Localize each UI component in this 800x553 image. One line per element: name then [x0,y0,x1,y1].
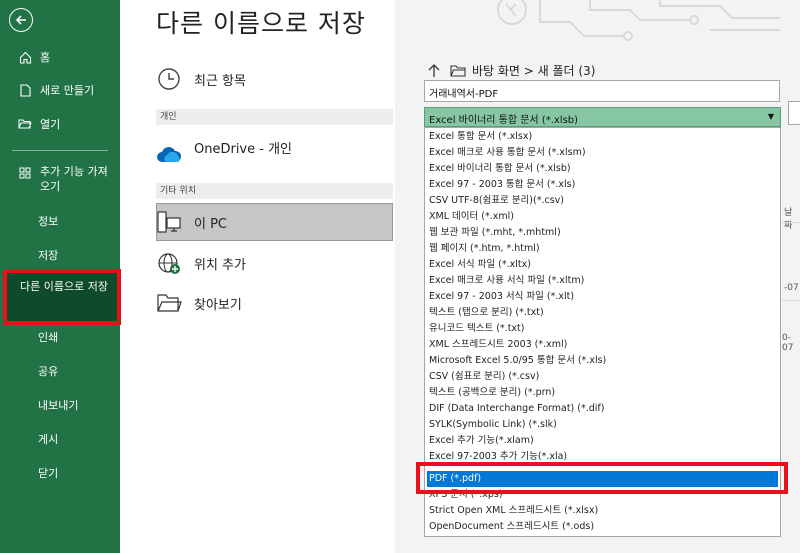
location-label: 이 PC [194,216,228,232]
sidebar-item-label: 게시 [38,433,59,446]
sidebar-item-new[interactable]: 새로 만들기 [0,81,120,99]
file-type-option[interactable]: OpenDocument 스프레드시트 (*.ods) [427,519,778,535]
location-label: 찾아보기 [194,297,242,313]
sidebar-item-label: 닫기 [38,467,59,480]
computer-icon [156,209,182,235]
new-document-icon [18,83,32,97]
sidebar-item-save-as[interactable] [3,269,121,325]
location-add-place[interactable]: 위치 추가 [156,250,246,276]
file-type-option[interactable]: 웹 페이지 (*.htm, *.html) [427,241,778,257]
sidebar-item-label: 홈 [40,51,51,64]
sidebar-item-export[interactable]: 내보내기 [0,396,120,414]
file-type-option[interactable]: SYLK(Symbolic Link) (*.slk) [427,417,778,433]
sidebar-item-label: 열기 [40,118,61,131]
sidebar-item-get-addins[interactable]: 추가 기능 가져오기 [0,164,120,194]
sidebar-item-label: 공유 [38,365,59,378]
backstage-sidebar: 홈 새로 만들기 열기 추가 기능 가져오기 정보 저장 다른 이름으로 저장 … [0,0,121,553]
file-type-option[interactable]: XML 스프레드시트 2003 (*.xml) [427,337,778,353]
circuit-decoration [497,0,780,41]
location-label: 위치 추가 [194,257,246,273]
save-button-edge[interactable] [788,101,800,125]
location-onedrive[interactable]: OneDrive - 개인 [156,138,292,168]
sidebar-item-save[interactable]: 저장 [0,246,120,264]
file-date: 0-07 [782,333,794,353]
file-type-option[interactable]: Excel 추가 기능(*.xlam) [427,433,778,449]
sidebar-item-share[interactable]: 공유 [0,362,120,380]
file-type-option[interactable]: Excel 서식 파일 (*.xltx) [427,257,778,273]
section-header-other: 기타 위치 [156,183,393,199]
location-label: 최근 항목 [194,73,246,89]
addin-grid-icon [18,166,32,180]
sidebar-item-publish[interactable]: 게시 [0,430,120,448]
section-header-personal: 개인 [156,109,393,125]
globe-add-icon [156,250,182,276]
home-icon [18,50,32,64]
file-type-selected: Excel 바이너리 통합 문서 (*.xlsb) [429,115,579,126]
location-label: OneDrive - 개인 [194,142,293,157]
sidebar-item-label: 추가 기능 가져오기 [40,165,108,193]
location-recent[interactable]: 최근 항목 [156,66,246,92]
column-header-date: 날짜 [784,208,793,231]
file-type-option[interactable]: 텍스트 (공백으로 분리) (*.prn) [427,385,778,401]
file-type-option[interactable]: Excel 97 - 2003 서식 파일 (*.xlt) [427,289,778,305]
sidebar-item-print[interactable]: 인쇄 [0,328,120,346]
page-title: 다른 이름으로 저장 [156,9,366,38]
file-type-option[interactable]: DIF (Data Interchange Format) (*.dif) [427,401,778,417]
sidebar-item-info[interactable]: 정보 [0,212,120,230]
file-date: -07 [784,283,799,293]
location-browse[interactable]: 찾아보기 [156,290,242,316]
sidebar-item-label: 인쇄 [38,331,59,344]
breadcrumb: 바탕 화면 > 새 폴더 (3) [428,62,595,79]
folder-open-icon [18,117,32,131]
file-type-option[interactable]: 유니코드 텍스트 (*.txt) [427,321,778,337]
file-type-option[interactable]: 웹 보관 파일 (*.mht, *.mhtml) [427,225,778,241]
sidebar-item-label: 저장 [38,249,59,262]
up-arrow-icon[interactable] [428,63,440,78]
file-type-option[interactable]: Strict Open XML 스프레드시트 (*.xlsx) [427,503,778,519]
file-type-option[interactable]: Excel 97 - 2003 통합 문서 (*.xls) [427,177,778,193]
location-this-pc-content: 이 PC [156,209,227,235]
file-type-option[interactable]: Excel 매크로 사용 서식 파일 (*.xltm) [427,273,778,289]
clock-icon [156,66,182,92]
sidebar-divider [12,150,108,151]
divider [782,300,800,301]
file-type-select[interactable]: Excel 바이너리 통합 문서 (*.xlsb) ▼ [424,107,781,127]
chevron-down-icon: ▼ [767,112,774,121]
sidebar-item-close[interactable]: 닫기 [0,464,120,482]
file-type-option[interactable]: CSV UTF-8(쉼표로 분리)(*.csv) [427,193,778,209]
folder-icon [450,64,466,77]
sidebar-item-home[interactable]: 홈 [0,48,120,66]
sidebar-item-open[interactable]: 열기 [0,115,120,133]
file-type-option[interactable]: Excel 통합 문서 (*.xlsx) [427,129,778,145]
onedrive-cloud-icon [156,142,182,168]
file-type-option[interactable]: XML 데이터 (*.xml) [427,209,778,225]
file-type-option[interactable]: CSV (쉼표로 분리) (*.csv) [427,369,778,385]
folder-browse-icon [156,290,182,316]
breadcrumb-path[interactable]: 바탕 화면 > 새 폴더 (3) [472,62,595,79]
file-type-option[interactable]: Excel 매크로 사용 통합 문서 (*.xlsm) [427,145,778,161]
filename-input[interactable]: 거래내역서-PDF [424,80,780,102]
pdf-highlight-box [416,462,788,494]
sidebar-item-label: 정보 [38,215,59,228]
back-arrow-icon[interactable] [9,8,33,32]
sidebar-item-label: 새로 만들기 [40,84,95,97]
file-type-option[interactable]: 텍스트 (탭으로 분리) (*.txt) [427,305,778,321]
sidebar-item-label: 내보내기 [38,399,79,412]
file-type-option[interactable]: Microsoft Excel 5.0/95 통합 문서 (*.xls) [427,353,778,369]
file-type-option[interactable]: Excel 바이너리 통합 문서 (*.xlsb) [427,161,778,177]
sidebar-item-label: 다른 이름으로 저장 [20,280,108,293]
divider [782,222,800,223]
